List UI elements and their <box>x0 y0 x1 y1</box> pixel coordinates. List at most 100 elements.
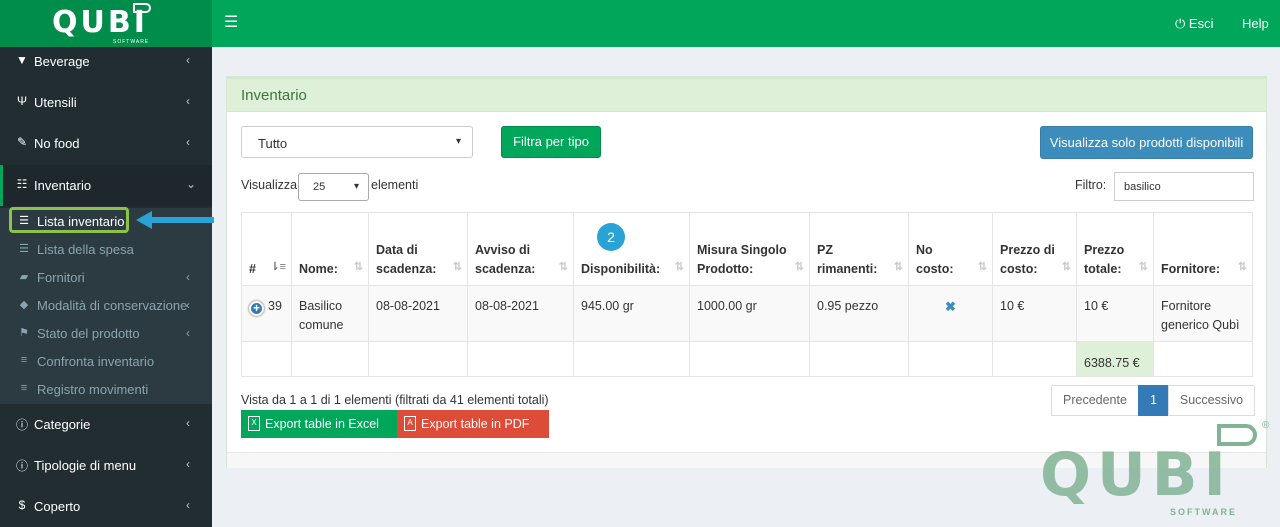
col-header-fornitore[interactable]: Fornitore: ⇅ <box>1153 212 1253 286</box>
page-1-button[interactable]: 1 <box>1137 385 1169 416</box>
sidebar-item-label: No food <box>34 136 80 151</box>
logo-mark-icon <box>133 3 151 13</box>
info-icon: ⓘ <box>15 459 28 473</box>
submenu-item-confronta[interactable]: ≡ Confronta inventario <box>0 347 212 375</box>
col-header-disponibilita[interactable]: Disponibilità: ⇅ <box>573 212 690 286</box>
col-header-no-costo[interactable]: No costo: ⇅ <box>908 212 993 286</box>
truck-icon: ▰ <box>19 271 29 283</box>
col-header-prezzo-totale[interactable]: Prezzo totale: ⇅ <box>1076 212 1154 286</box>
col-header-pz[interactable]: PZ rimanenti: ⇅ <box>809 212 909 286</box>
sidebar-item-label: Inventario <box>34 178 92 193</box>
cell-id-value: 39 <box>268 299 282 313</box>
registered-icon: ® <box>1262 420 1270 431</box>
col-header-misura[interactable]: Misura Singolo Prodotto: ⇅ <box>689 212 810 286</box>
sidebar-item-inventario[interactable]: ☷ Inventario ⌄ <box>0 165 212 206</box>
submenu-item-label: Registro movimenti <box>37 382 149 397</box>
export-pdf-button[interactable]: A Export table in PDF <box>397 410 549 438</box>
export-excel-button[interactable]: X Export table in Excel <box>241 410 397 438</box>
sort-icon: ⇅ <box>893 261 903 273</box>
empty-cell <box>241 341 292 377</box>
empty-cell <box>992 341 1077 377</box>
bars-icon: ≡ <box>20 382 28 394</box>
sort-icon: ⇅ <box>1237 261 1247 273</box>
sort-icon: ⇅ <box>353 261 363 273</box>
step-callout-badge: 2 <box>597 223 625 251</box>
empty-cell <box>368 341 468 377</box>
next-page-button[interactable]: Successivo <box>1167 385 1256 416</box>
panel-header: Inventario <box>227 79 1266 112</box>
submenu-item-label: Stato del prodotto <box>37 326 140 341</box>
hamburger-icon[interactable]: ☰ <box>224 14 240 32</box>
file-pdf-icon: A <box>404 416 416 431</box>
chevron-down-icon: ▾ <box>354 181 360 192</box>
col-header-label: Prezzo totale: <box>1084 243 1125 276</box>
submenu-item-conservazione[interactable]: ◆ Modalità di conservazione ‹ <box>0 291 212 319</box>
col-header-label: Misura Singolo Prodotto: <box>697 243 787 276</box>
filter-label: Filtro: <box>1075 178 1107 192</box>
glass-icon: ▼ <box>16 53 28 67</box>
col-header-label: Nome: <box>299 262 338 276</box>
cell-total: 10 € <box>1076 285 1154 342</box>
col-header-prezzo-costo[interactable]: Prezzo di costo: ⇅ <box>992 212 1077 286</box>
sort-icon: ⇅ <box>558 261 568 273</box>
empty-cell <box>573 341 690 377</box>
table-icon: ☷ <box>16 177 28 191</box>
utensils-icon: Ψ <box>16 94 28 108</box>
help-link[interactable]: Help <box>1242 16 1269 31</box>
submenu-item-stato-prodotto[interactable]: ⚑ Stato del prodotto ‹ <box>0 319 212 347</box>
type-select[interactable]: Tutto ▾ <box>241 126 473 158</box>
grand-total: 6388.75 € <box>1076 341 1154 377</box>
submenu-item-fornitori[interactable]: ▰ Fornitori ‹ <box>0 263 212 291</box>
logout-link[interactable]: ⏻ Esci <box>1175 16 1213 32</box>
sidebar-item-utensili[interactable]: Ψ Utensili ‹ <box>0 82 212 123</box>
watermark-subtitle: SOFTWARE <box>1170 507 1237 517</box>
inventario-submenu: ☰ Lista inventario ☰ Lista della spesa ▰… <box>0 208 212 404</box>
chevron-down-icon: ▾ <box>456 136 462 147</box>
sidebar-item-no-food[interactable]: ✎ No food ‹ <box>0 123 212 164</box>
page-title: Inventario <box>241 87 307 104</box>
sort-icon: ⇅ <box>794 261 804 273</box>
inventory-table: # ⇂≡ Nome: ⇅ Data di scadenza: ⇅ Avviso di … <box>241 212 1253 377</box>
search-input[interactable]: basilico <box>1114 172 1254 201</box>
bars-icon: ≡ <box>20 354 28 366</box>
show-available-button[interactable]: Visualizza solo prodotti disponibili <box>1040 126 1253 159</box>
sort-icon: ⇅ <box>674 261 684 273</box>
list-ol-icon: ☰ <box>19 243 29 255</box>
cell-unit-size: 1000.00 gr <box>689 285 810 342</box>
show-entries-suffix: elementi <box>371 178 419 192</box>
page-size-select[interactable]: 25 ▾ <box>298 173 369 201</box>
col-header-scadenza[interactable]: Data di scadenza: ⇅ <box>368 212 468 286</box>
submenu-item-registro[interactable]: ≡ Registro movimenti <box>0 375 212 403</box>
sidebar-item-beverage[interactable]: ▼ Beverage ‹ <box>0 41 212 82</box>
sidebar-item-label: Utensili <box>34 95 77 110</box>
top-navbar: QUBI SOFTWARE ☰ ⏻ Esci Help <box>0 0 1280 47</box>
cell-pieces: 0.95 pezzo <box>809 285 909 342</box>
empty-cell <box>467 341 574 377</box>
chevron-left-icon: ‹ <box>186 498 190 512</box>
sidebar-item-coperto[interactable]: $ Coperto ‹ <box>0 486 212 527</box>
expand-row-icon[interactable]: + <box>249 301 264 316</box>
cell-cost: 10 € <box>992 285 1077 342</box>
cell-warning: 08-08-2021 <box>467 285 574 342</box>
table-row: +39 Basilico comune 08-08-2021 08-08-202… <box>241 285 1253 342</box>
sidebar-item-tipologie-menu[interactable]: ⓘ Tipologie di menu ‹ <box>0 445 212 486</box>
prev-page-button[interactable]: Precedente <box>1051 385 1139 416</box>
col-header-avviso[interactable]: Avviso di scadenza: ⇅ <box>467 212 574 286</box>
sidebar-item-categorie[interactable]: ⓘ Categorie ‹ <box>0 404 212 445</box>
sort-icon: ⇅ <box>977 261 987 273</box>
sort-desc-icon: ⇂≡ <box>270 261 286 273</box>
chevron-left-icon: ‹ <box>186 298 190 312</box>
chevron-left-icon: ‹ <box>186 94 190 108</box>
totals-row: 6388.75 € <box>241 341 1253 377</box>
logout-label: Esci <box>1188 16 1214 31</box>
show-entries-label: Visualizza <box>241 178 298 192</box>
highlight-frame <box>9 207 129 233</box>
empty-cell <box>908 341 993 377</box>
col-header-nome[interactable]: Nome: ⇅ <box>291 212 369 286</box>
filter-by-type-button[interactable]: Filtra per tipo <box>501 126 601 158</box>
sidebar-item-label: Categorie <box>34 417 91 432</box>
logo[interactable]: QUBI SOFTWARE <box>0 0 212 47</box>
cell-name: Basilico comune <box>291 285 369 342</box>
col-header-id[interactable]: # ⇂≡ <box>241 212 292 286</box>
submenu-item-lista-spesa[interactable]: ☰ Lista della spesa <box>0 235 212 263</box>
